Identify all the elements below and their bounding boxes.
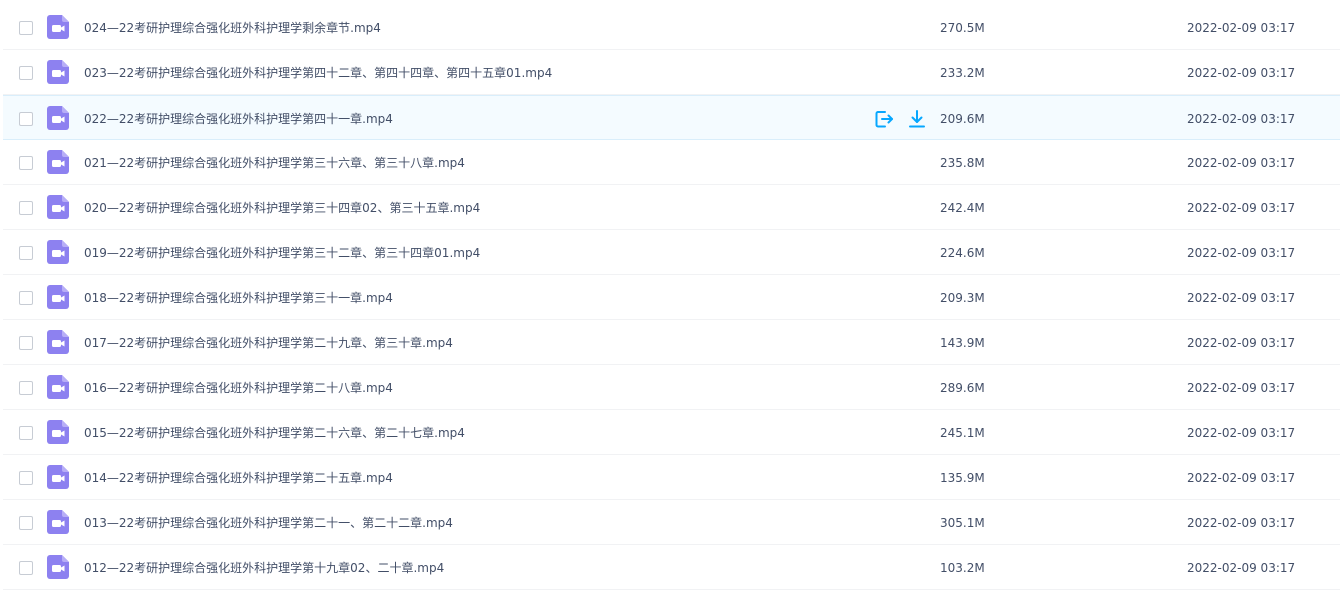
file-row[interactable]: 017—22考研护理综合强化班外科护理学第二十九章、第三十章.mp4 143.9…: [3, 320, 1340, 365]
video-file-icon: [47, 150, 69, 174]
file-date: 2022-02-09 03:17: [1187, 156, 1296, 170]
file-name[interactable]: 023—22考研护理综合强化班外科护理学第四十二章、第四十四章、第四十五章01.…: [84, 65, 552, 81]
file-row[interactable]: 015—22考研护理综合强化班外科护理学第二十六章、第二十七章.mp4 245.…: [3, 410, 1340, 455]
video-file-icon: [47, 106, 69, 130]
video-file-icon: [47, 285, 69, 309]
file-row[interactable]: 018—22考研护理综合强化班外科护理学第三十一章.mp4 209.3M 202…: [3, 275, 1340, 320]
row-checkbox[interactable]: [19, 201, 33, 215]
file-row[interactable]: 024—22考研护理综合强化班外科护理学剩余章节.mp4 270.5M 2022…: [3, 5, 1340, 50]
video-file-icon: [47, 465, 69, 489]
row-checkbox[interactable]: [19, 516, 33, 530]
file-date: 2022-02-09 03:17: [1187, 561, 1296, 575]
row-checkbox[interactable]: [19, 381, 33, 395]
row-checkbox[interactable]: [19, 426, 33, 440]
video-file-icon: [47, 195, 69, 219]
video-file-icon: [47, 420, 69, 444]
file-name[interactable]: 013—22考研护理综合强化班外科护理学第二十一、第二十二章.mp4: [84, 515, 453, 531]
file-name[interactable]: 018—22考研护理综合强化班外科护理学第三十一章.mp4: [84, 290, 393, 306]
file-row[interactable]: 020—22考研护理综合强化班外科护理学第三十四章02、第三十五章.mp4 24…: [3, 185, 1340, 230]
file-size: 209.3M: [940, 291, 985, 305]
file-name[interactable]: 014—22考研护理综合强化班外科护理学第二十五章.mp4: [84, 470, 393, 486]
file-name[interactable]: 017—22考研护理综合强化班外科护理学第二十九章、第三十章.mp4: [84, 335, 453, 351]
file-size: 135.9M: [940, 471, 985, 485]
file-size: 289.6M: [940, 381, 985, 395]
file-date: 2022-02-09 03:17: [1187, 112, 1296, 126]
video-file-icon: [47, 60, 69, 84]
file-date: 2022-02-09 03:17: [1187, 246, 1296, 260]
file-name[interactable]: 021—22考研护理综合强化班外科护理学第三十六章、第三十八章.mp4: [84, 155, 465, 171]
file-size: 270.5M: [940, 21, 985, 35]
row-checkbox[interactable]: [19, 336, 33, 350]
video-file-icon: [47, 510, 69, 534]
file-name[interactable]: 012—22考研护理综合强化班外科护理学第十九章02、二十章.mp4: [84, 560, 444, 576]
file-list: 024—22考研护理综合强化班外科护理学剩余章节.mp4 270.5M 2022…: [0, 0, 1340, 598]
row-checkbox[interactable]: [19, 112, 33, 126]
video-file-icon: [47, 555, 69, 579]
file-row[interactable]: 023—22考研护理综合强化班外科护理学第四十二章、第四十四章、第四十五章01.…: [3, 50, 1340, 95]
file-name[interactable]: 016—22考研护理综合强化班外科护理学第二十八章.mp4: [84, 380, 393, 396]
file-name[interactable]: 024—22考研护理综合强化班外科护理学剩余章节.mp4: [84, 20, 381, 36]
file-date: 2022-02-09 03:17: [1187, 21, 1296, 35]
row-checkbox[interactable]: [19, 471, 33, 485]
file-size: 235.8M: [940, 156, 985, 170]
file-date: 2022-02-09 03:17: [1187, 471, 1296, 485]
row-checkbox[interactable]: [19, 561, 33, 575]
file-date: 2022-02-09 03:17: [1187, 336, 1296, 350]
file-name[interactable]: 022—22考研护理综合强化班外科护理学第四十一章.mp4: [84, 111, 393, 127]
share-export-icon[interactable]: [873, 108, 895, 130]
file-size: 209.6M: [940, 112, 985, 126]
file-size: 143.9M: [940, 336, 985, 350]
file-size: 103.2M: [940, 561, 985, 575]
video-file-icon: [47, 240, 69, 264]
file-row[interactable]: 019—22考研护理综合强化班外科护理学第三十二章、第三十四章01.mp4 22…: [3, 230, 1340, 275]
file-row[interactable]: 016—22考研护理综合强化班外科护理学第二十八章.mp4 289.6M 202…: [3, 365, 1340, 410]
file-date: 2022-02-09 03:17: [1187, 201, 1296, 215]
row-checkbox[interactable]: [19, 246, 33, 260]
file-row[interactable]: 014—22考研护理综合强化班外科护理学第二十五章.mp4 135.9M 202…: [3, 455, 1340, 500]
file-row[interactable]: 012—22考研护理综合强化班外科护理学第十九章02、二十章.mp4 103.2…: [3, 545, 1340, 590]
file-name[interactable]: 019—22考研护理综合强化班外科护理学第三十二章、第三十四章01.mp4: [84, 245, 480, 261]
file-date: 2022-02-09 03:17: [1187, 291, 1296, 305]
row-checkbox[interactable]: [19, 291, 33, 305]
file-date: 2022-02-09 03:17: [1187, 426, 1296, 440]
file-row[interactable]: 022—22考研护理综合强化班外科护理学第四十一章.mp4 209.6M 202…: [3, 95, 1340, 140]
video-file-icon: [47, 15, 69, 39]
file-size: 233.2M: [940, 66, 985, 80]
file-row[interactable]: 013—22考研护理综合强化班外科护理学第二十一、第二十二章.mp4 305.1…: [3, 500, 1340, 545]
file-date: 2022-02-09 03:17: [1187, 66, 1296, 80]
file-date: 2022-02-09 03:17: [1187, 516, 1296, 530]
row-checkbox[interactable]: [19, 66, 33, 80]
file-date: 2022-02-09 03:17: [1187, 381, 1296, 395]
video-file-icon: [47, 375, 69, 399]
file-size: 245.1M: [940, 426, 985, 440]
video-file-icon: [47, 330, 69, 354]
file-row[interactable]: 021—22考研护理综合强化班外科护理学第三十六章、第三十八章.mp4 235.…: [3, 140, 1340, 185]
file-size: 242.4M: [940, 201, 985, 215]
file-size: 305.1M: [940, 516, 985, 530]
file-name[interactable]: 015—22考研护理综合强化班外科护理学第二十六章、第二十七章.mp4: [84, 425, 465, 441]
row-checkbox[interactable]: [19, 156, 33, 170]
file-name[interactable]: 020—22考研护理综合强化班外科护理学第三十四章02、第三十五章.mp4: [84, 200, 480, 216]
file-size: 224.6M: [940, 246, 985, 260]
download-icon[interactable]: [906, 108, 928, 130]
row-checkbox[interactable]: [19, 21, 33, 35]
